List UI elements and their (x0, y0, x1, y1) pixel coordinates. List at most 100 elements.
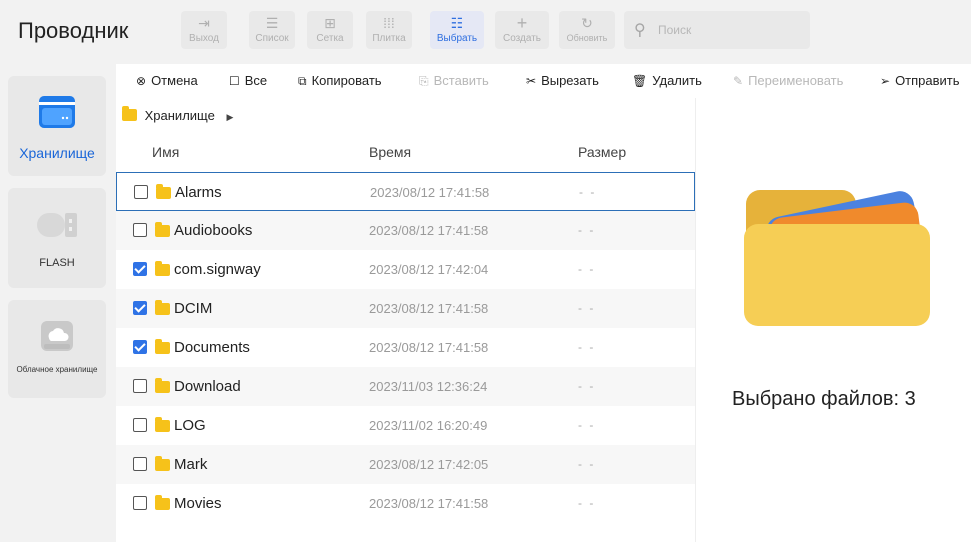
folder-icon (155, 300, 170, 315)
file-time: 2023/11/02 16:20:49 (369, 418, 488, 433)
rename-icon: ✎ (733, 74, 744, 88)
folder-icon (155, 261, 170, 276)
grid-view-button[interactable]: ⊞ Сетка (307, 11, 353, 49)
row-checkbox[interactable] (133, 262, 147, 276)
copy-label: Копировать (311, 73, 382, 88)
row-checkbox[interactable] (133, 301, 147, 315)
create-label: Создать (502, 33, 541, 44)
file-name: Download (174, 378, 241, 395)
sidebar-item-flash[interactable]: FLASH (8, 188, 106, 288)
exit-label: Выход (189, 33, 219, 44)
row-checkbox[interactable] (133, 223, 147, 237)
select-label: Выбрать (436, 33, 478, 44)
list-label: Список (255, 33, 289, 44)
sidebar-item-cloud[interactable]: Облачное хранилище (8, 300, 106, 398)
delete-label: Удалить (652, 73, 702, 88)
send-button[interactable]: ➢ Отправить (880, 73, 960, 88)
table-row[interactable]: Alarms 2023/08/12 17:41:58 - - (116, 172, 695, 211)
file-size: - - (578, 301, 596, 315)
breadcrumb-path: Хранилище (144, 108, 215, 123)
select-all-button[interactable]: ☐ Все (229, 73, 267, 88)
table-row[interactable]: LOG 2023/11/02 16:20:49 - - (116, 406, 695, 445)
table-row[interactable]: Download 2023/11/03 12:36:24 - - (116, 367, 695, 406)
grid-label: Сетка (316, 33, 344, 44)
file-name: Mark (174, 456, 208, 473)
folder-icon (122, 106, 137, 121)
file-name: Movies (174, 495, 222, 512)
breadcrumb[interactable]: Хранилище ▶ (122, 106, 234, 123)
file-time: 2023/08/12 17:41:58 (369, 301, 489, 316)
folder-icon (155, 339, 170, 354)
sidebar-item-label: Хранилище (19, 145, 95, 161)
table-row[interactable]: Mark 2023/08/12 17:42:05 - - (116, 445, 695, 484)
file-size: - - (579, 185, 597, 199)
file-time: 2023/08/12 17:41:58 (369, 223, 489, 238)
select-button[interactable]: ☷ Выбрать (430, 11, 484, 49)
search-icon: ⚲ (634, 22, 646, 39)
sidebar: Хранилище FLASH Облачное хранилище (0, 64, 116, 542)
exit-button[interactable]: ⇥ Выход (181, 11, 227, 49)
row-checkbox[interactable] (133, 457, 147, 471)
file-size: - - (578, 379, 596, 393)
file-time: 2023/11/03 12:36:24 (369, 379, 488, 394)
trash-icon: 🗑 (632, 74, 648, 88)
refresh-label: Обновить (566, 33, 608, 43)
table-row[interactable]: Documents 2023/08/12 17:41:58 - - (116, 328, 695, 367)
rename-button[interactable]: ✎ Переименовать (733, 73, 843, 88)
row-checkbox[interactable] (133, 496, 147, 510)
grid-icon: ⊞ (324, 15, 336, 31)
column-header-time[interactable]: Время (369, 144, 411, 160)
folder-icon (155, 222, 170, 237)
row-checkbox[interactable] (134, 185, 148, 199)
preview-panel: Выбрано файлов: 3 (695, 98, 971, 542)
row-checkbox[interactable] (133, 379, 147, 393)
cancel-button[interactable]: ⊗ Отмена (136, 73, 198, 88)
sidebar-item-label: FLASH (39, 257, 75, 269)
delete-button[interactable]: 🗑 Удалить (632, 73, 702, 88)
copy-button[interactable]: ⧉ Копировать (298, 73, 382, 89)
folder-icon (155, 456, 170, 471)
file-name: LOG (174, 417, 206, 434)
storage-icon (39, 96, 75, 128)
cut-button[interactable]: ✂ Вырезать (526, 73, 599, 88)
file-size: - - (578, 496, 596, 510)
folder-icon (155, 417, 170, 432)
row-checkbox[interactable] (133, 418, 147, 432)
search-input[interactable]: ⚲ Поиск (624, 11, 810, 49)
tile-icon: ⁞⁞⁞ (383, 15, 395, 31)
column-header-size[interactable]: Размер (578, 144, 626, 160)
app-title: Проводник (18, 18, 129, 43)
plus-icon: + (516, 13, 528, 33)
refresh-button[interactable]: ↻ Обновить (559, 11, 615, 49)
send-icon: ➢ (880, 74, 891, 88)
file-size: - - (578, 340, 596, 354)
select-all-label: Все (244, 73, 268, 88)
folder-icon (155, 495, 170, 510)
exit-icon: ⇥ (198, 15, 210, 31)
list-view-button[interactable]: ☰ Список (249, 11, 295, 49)
column-header-name[interactable]: Имя (152, 144, 179, 160)
file-name: Documents (174, 339, 250, 356)
file-time: 2023/08/12 17:42:05 (369, 457, 489, 472)
cloud-drive-icon (41, 321, 73, 351)
paste-button[interactable]: ⎘ Вставить (419, 73, 489, 89)
sidebar-item-storage[interactable]: Хранилище (8, 76, 106, 176)
chevron-right-icon: ▶ (226, 112, 234, 122)
select-icon: ☷ (450, 15, 464, 31)
file-name: Audiobooks (174, 222, 253, 239)
create-button[interactable]: + Создать (495, 11, 549, 49)
file-name: Alarms (175, 184, 222, 201)
table-row[interactable]: com.signway 2023/08/12 17:42:04 - - (116, 250, 695, 289)
tile-view-button[interactable]: ⁞⁞⁞ Плитка (366, 11, 412, 49)
paste-label: Вставить (433, 73, 489, 88)
row-checkbox[interactable] (133, 340, 147, 354)
file-time: 2023/08/12 17:42:04 (369, 262, 489, 277)
table-row[interactable]: Movies 2023/08/12 17:41:58 - - (116, 484, 695, 523)
table-row[interactable]: Audiobooks 2023/08/12 17:41:58 - - (116, 211, 695, 250)
table-row[interactable]: DCIM 2023/08/12 17:41:58 - - (116, 289, 695, 328)
tile-label: Плитка (372, 33, 406, 44)
file-time: 2023/08/12 17:41:58 (370, 185, 490, 200)
action-bar: ⊗ Отмена ☐ Все ⧉ Копировать ⎘ Вставить ✂ Выре… (116, 64, 971, 98)
usb-flash-icon (37, 213, 77, 237)
sidebar-item-label: Облачное хранилище (16, 365, 98, 374)
